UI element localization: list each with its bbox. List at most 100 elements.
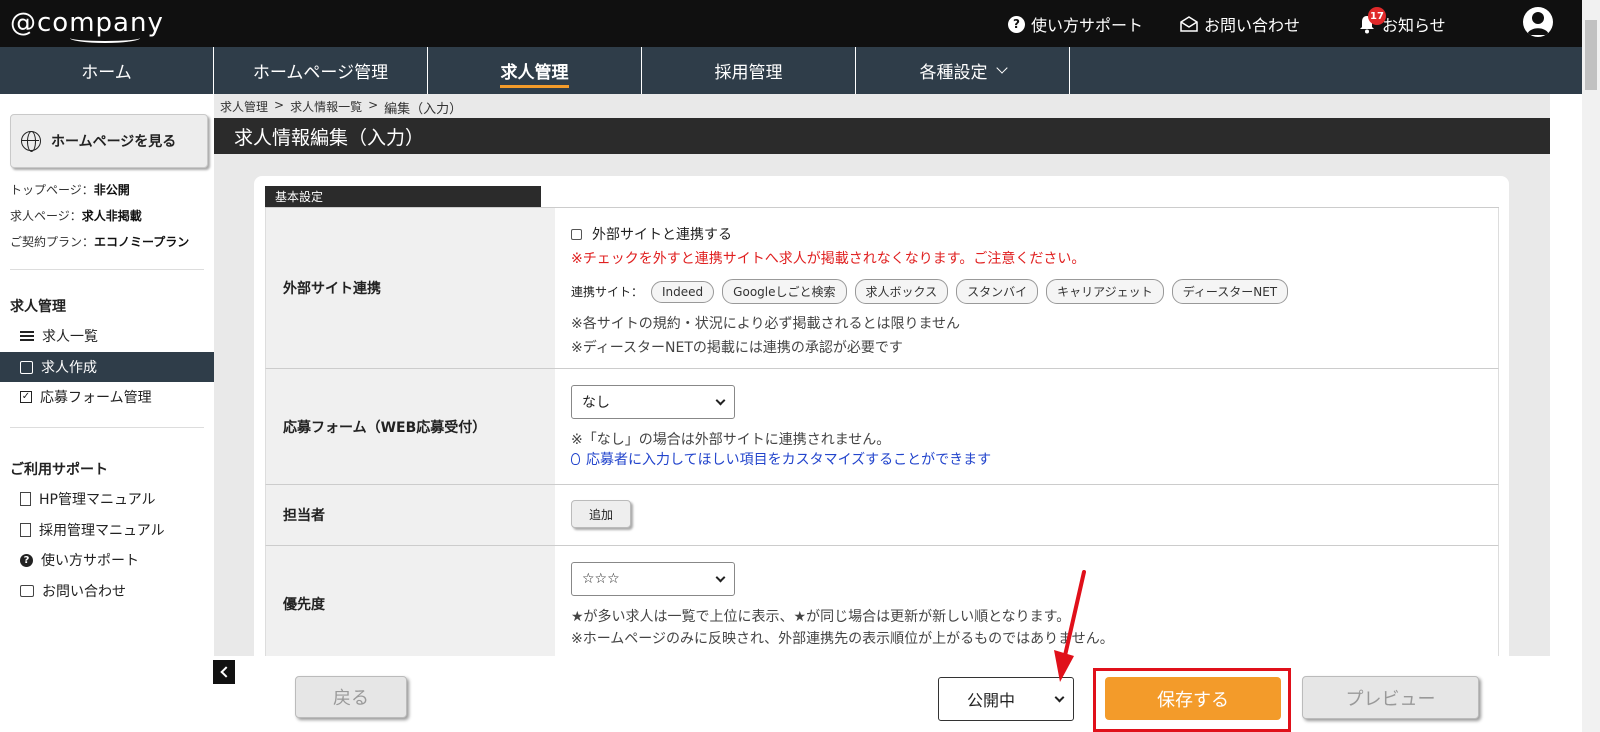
customize-form-link-label: 応募者に入力してほしい項目をカスタマイズすることができます — [586, 452, 992, 468]
sidebar-item-form-management[interactable]: ✓ 応募フォーム管理 — [0, 382, 214, 412]
status-top-page: トップページ：非公開 — [10, 181, 130, 198]
partner-chip: Indeed — [651, 280, 715, 303]
sidebar-item-label: 採用管理マニュアル — [39, 523, 165, 539]
edit-icon — [20, 360, 33, 374]
user-avatar-icon[interactable] — [1523, 7, 1553, 37]
row-external-sites: 外部サイト連携 外部サイトと連携する ※チェックを外すと連携サイトへ求人が掲載さ… — [265, 208, 1499, 369]
main-nav: ホーム ホームページ管理 求人管理 採用管理 各種設定 — [0, 47, 1582, 94]
nav-recruitment-label: 採用管理 — [714, 63, 783, 83]
pdf-icon — [20, 492, 31, 506]
nav-job-management[interactable]: 求人管理 — [428, 47, 642, 94]
lightbulb-icon — [571, 453, 580, 465]
chevron-down-icon — [715, 572, 726, 582]
help-link[interactable]: ? 使い方サポート — [1008, 12, 1143, 36]
breadcrumb-separator: > — [368, 98, 379, 112]
notice-count-badge: 17 — [1368, 7, 1386, 25]
status-value: 求人非掲載 — [81, 209, 142, 223]
logo-swoosh — [70, 33, 140, 43]
row-label: 応募フォーム（WEB応募受付） — [266, 369, 555, 484]
row-priority: 優先度 ☆☆☆ ★が多い求人は一覧で上位に表示、★が同じ場合は更新が新しい順とな… — [265, 546, 1499, 656]
partner-chip: ディースターNET — [1171, 279, 1289, 304]
sidebar-item-hp-manual[interactable]: HP管理マニュアル — [0, 484, 214, 514]
notice-link-label: お知らせ — [1382, 16, 1446, 35]
nav-homepage-management[interactable]: ホームページ管理 — [214, 47, 428, 94]
add-person-button[interactable]: 追加 — [571, 500, 631, 528]
breadcrumb-separator: > — [274, 98, 285, 112]
nav-home[interactable]: ホーム — [0, 47, 214, 94]
contact-link-label: お問い合わせ — [1204, 16, 1301, 35]
sidebar-item-contact[interactable]: お問い合わせ — [0, 576, 214, 606]
nav-recruitment-management[interactable]: 採用管理 — [642, 47, 856, 94]
application-form-select[interactable]: なし — [571, 385, 735, 419]
view-homepage-button[interactable]: ホームページを見る — [10, 114, 208, 168]
sidebar-section-job: 求人管理 — [10, 299, 66, 315]
checkbox-icon: ✓ — [20, 391, 32, 403]
external-link-checkbox-line[interactable]: 外部サイトと連携する — [571, 224, 1482, 244]
partner-chip: Googleしごと検索 — [722, 279, 847, 304]
pdf-icon — [20, 523, 31, 537]
row-body: 追加 — [555, 485, 1498, 545]
partner-chip: キャリアジェット — [1046, 279, 1164, 304]
sidebar-item-help[interactable]: ? 使い方サポート — [0, 545, 214, 575]
chevron-down-icon — [995, 62, 1008, 74]
sidebar-item-job-list[interactable]: 求人一覧 — [0, 321, 214, 351]
sidebar-item-job-create[interactable]: 求人作成 — [0, 352, 214, 382]
sidebar-item-recruit-manual[interactable]: 採用管理マニュアル — [0, 515, 214, 545]
sidebar-divider — [10, 427, 204, 428]
nav-settings[interactable]: 各種設定 — [856, 47, 1070, 94]
row-label: 優先度 — [266, 546, 555, 656]
view-homepage-label: ホームページを見る — [51, 134, 177, 150]
preview-button[interactable]: プレビュー — [1302, 676, 1479, 719]
row-body: なし ※「なし」の場合は外部サイトに連携されません。 応募者に入力してほしい項目… — [555, 369, 1498, 484]
help-icon: ? — [1008, 15, 1025, 33]
status-label: トップページ： — [10, 183, 94, 197]
form-table: 外部サイト連携 外部サイトと連携する ※チェックを外すと連携サイトへ求人が掲載さ… — [265, 207, 1499, 656]
back-button[interactable]: 戻る — [295, 676, 407, 718]
breadcrumb-link-job-list[interactable]: 求人情報一覧 — [290, 98, 362, 117]
chevron-left-icon — [219, 666, 232, 678]
row-label: 外部サイト連携 — [266, 208, 555, 368]
row-body: 外部サイトと連携する ※チェックを外すと連携サイトへ求人が掲載されなくなります。… — [555, 208, 1498, 368]
nav-home-label: ホーム — [81, 63, 132, 83]
scroll-thumb[interactable] — [1585, 20, 1597, 90]
scroll-up-arrow-icon[interactable] — [1582, 0, 1600, 18]
status-job-page: 求人ページ：求人非掲載 — [10, 207, 142, 224]
main-content: 求人管理 > 求人情報一覧 > 編集（入力） 求人情報編集（入力） 基本設定 外… — [214, 94, 1550, 656]
page-title: 求人情報編集（入力） — [214, 118, 1550, 154]
scroll-down-arrow-icon[interactable] — [1582, 714, 1600, 732]
list-icon — [20, 331, 34, 341]
help-link-label: 使い方サポート — [1031, 16, 1144, 35]
nav-settings-label: 各種設定 — [919, 63, 988, 83]
company-logo[interactable]: @company — [10, 8, 164, 43]
partner-chip: 求人ボックス — [854, 279, 949, 304]
select-value: ☆☆☆ — [582, 571, 620, 587]
contact-link[interactable]: お問い合わせ — [1180, 12, 1300, 36]
external-link-checkbox[interactable] — [571, 228, 582, 240]
partner-sites-label: 連携サイト： — [571, 285, 644, 299]
globe-icon — [21, 131, 41, 152]
form-card: 基本設定 外部サイト連携 外部サイトと連携する ※チェックを外すと連携サイトへ求… — [254, 176, 1509, 656]
select-value: なし — [582, 395, 610, 411]
collapse-sidebar-button[interactable] — [213, 660, 235, 684]
row-label: 担当者 — [266, 485, 555, 545]
top-bar: @company ? 使い方サポート お問い合わせ お知らせ 17 — [0, 0, 1582, 47]
sidebar-item-label: 応募フォーム管理 — [40, 390, 152, 406]
checkbox-label: 外部サイトと連携する — [592, 227, 732, 243]
sidebar-item-label: 求人作成 — [41, 360, 97, 376]
chevron-down-icon — [1054, 692, 1065, 702]
row-person-in-charge: 担当者 追加 — [265, 485, 1499, 546]
sidebar: ホームページを見る トップページ：非公開 求人ページ：求人非掲載 ご契約プラン：… — [0, 94, 214, 732]
priority-select[interactable]: ☆☆☆ — [571, 562, 735, 596]
note-text: ※ディースターNETの掲載には連携の承認が必要です — [571, 340, 903, 356]
status-label: ご契約プラン： — [10, 235, 95, 249]
status-label: 求人ページ： — [10, 209, 82, 223]
breadcrumb-link-job-management[interactable]: 求人管理 — [220, 98, 268, 117]
note-text: ※「なし」の場合は外部サイトに連携されません。 — [571, 432, 891, 448]
customize-form-link[interactable]: 応募者に入力してほしい項目をカスタマイズすることができます — [571, 449, 1482, 469]
status-value: 非公開 — [93, 183, 130, 197]
nav-homepage-label: ホームページ管理 — [252, 63, 389, 83]
save-button-highlight — [1093, 668, 1291, 732]
page-scrollbar[interactable] — [1582, 0, 1600, 732]
partner-sites: 連携サイト： Indeed Googleしごと検索 求人ボックス スタンバイ キ… — [571, 279, 1482, 304]
mail-icon — [20, 585, 34, 597]
